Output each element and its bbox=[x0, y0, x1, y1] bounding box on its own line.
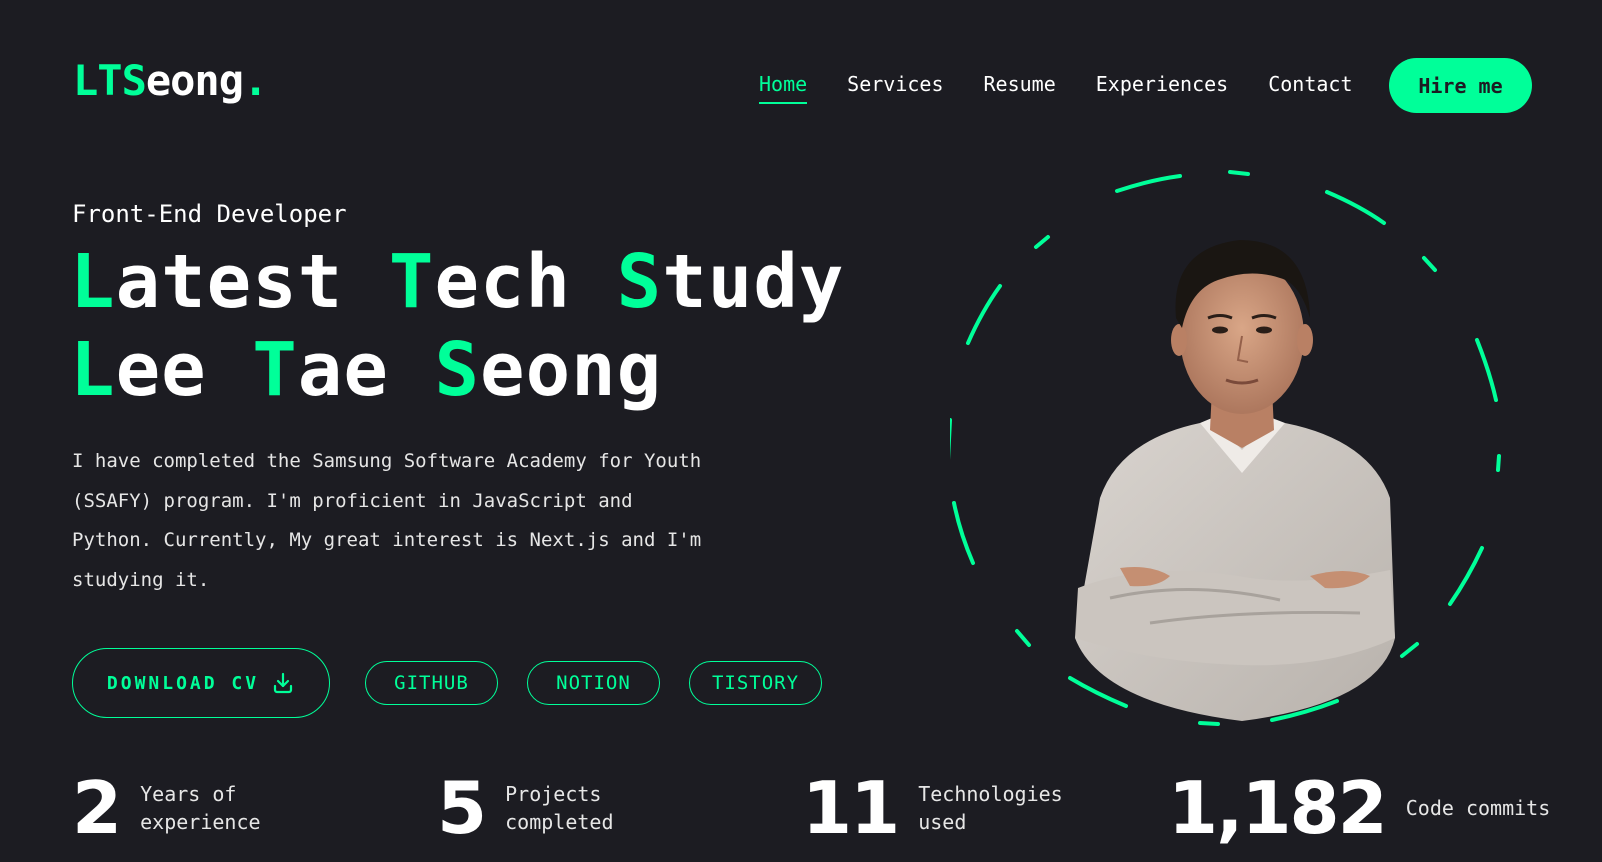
stat-label: Projects completed bbox=[505, 782, 614, 834]
nav-experiences[interactable]: Experiences bbox=[1096, 72, 1228, 104]
stat-value: 5 bbox=[437, 766, 487, 850]
tistory-button[interactable]: TISTORY bbox=[689, 661, 822, 705]
headline-line-1: Latest Tech Study bbox=[70, 238, 844, 326]
profile-portrait bbox=[950, 170, 1501, 726]
download-cv-label: DOWNLOAD CV bbox=[106, 672, 260, 694]
stat-label: Code commits bbox=[1405, 796, 1551, 820]
role-title: Front-End Developer bbox=[72, 200, 347, 228]
headline-initial: L bbox=[70, 239, 116, 325]
nav-home[interactable]: Home bbox=[759, 72, 808, 104]
stat-projects: 5 Projects completed bbox=[437, 772, 665, 844]
stat-commits: 1,182 Code commits bbox=[1168, 772, 1566, 844]
stat-label: Technologies used bbox=[918, 782, 1063, 834]
intro-paragraph: I have completed the Samsung Software Ac… bbox=[72, 450, 702, 591]
headline-word: ech bbox=[434, 239, 572, 325]
headline-initial: T bbox=[252, 327, 298, 413]
download-cv-button[interactable]: DOWNLOAD CV bbox=[72, 648, 330, 718]
hire-me-button[interactable]: Hire me bbox=[1389, 58, 1532, 113]
nav-contact[interactable]: Contact bbox=[1268, 72, 1352, 104]
headline-initial: L bbox=[70, 327, 116, 413]
logo[interactable]: LTS eong. bbox=[73, 56, 268, 105]
headline: Latest Tech Study Lee Tae Seong bbox=[70, 238, 844, 414]
headline-initial: S bbox=[616, 239, 663, 325]
logo-dot: . bbox=[243, 56, 268, 105]
page: LTS eong. Home Services Resume Experience… bbox=[0, 0, 1602, 862]
headline-word: tudy bbox=[662, 239, 845, 325]
headline-word: atest bbox=[115, 239, 344, 325]
stat-value: 11 bbox=[802, 766, 900, 850]
nav-services[interactable]: Services bbox=[847, 72, 943, 104]
headline-word: ae bbox=[297, 327, 389, 413]
logo-initials: LTS bbox=[73, 56, 147, 105]
headline-line-2: Lee Tae Seong bbox=[70, 326, 844, 414]
stat-technologies: 11 Technologies used bbox=[802, 772, 1078, 844]
headline-word: eong bbox=[480, 327, 663, 413]
stat-experience: 2 Years of experience bbox=[72, 772, 300, 844]
notion-button[interactable]: NOTION bbox=[527, 661, 660, 705]
stat-value: 2 bbox=[72, 766, 122, 850]
headline-word: ee bbox=[115, 327, 207, 413]
stat-value: 1,182 bbox=[1168, 766, 1388, 850]
nav-resume[interactable]: Resume bbox=[984, 72, 1056, 104]
stat-label: Years of experience bbox=[140, 782, 261, 834]
headline-initial: T bbox=[388, 239, 435, 325]
logo-rest: eong bbox=[145, 56, 244, 105]
download-icon bbox=[274, 672, 293, 694]
person-photo bbox=[1075, 240, 1395, 721]
github-button[interactable]: GITHUB bbox=[365, 661, 498, 705]
main-nav: Home Services Resume Experiences Contact bbox=[759, 72, 1353, 104]
headline-initial: S bbox=[434, 327, 481, 413]
